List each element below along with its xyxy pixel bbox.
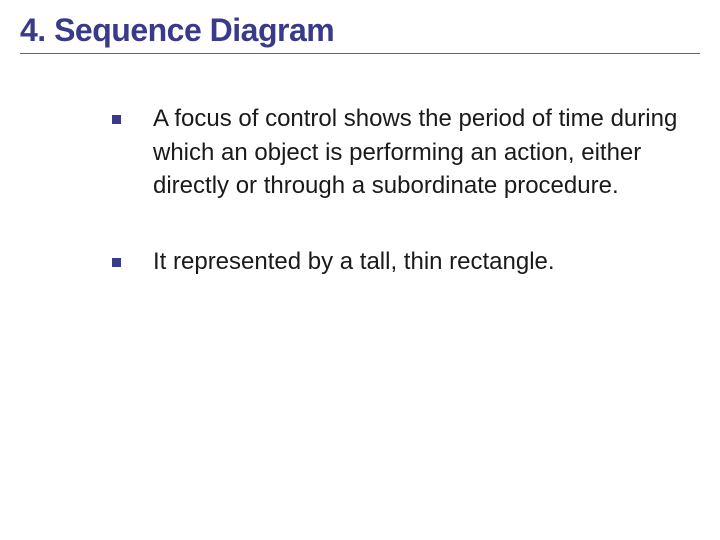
bullet-text: A focus of control shows the period of t… (153, 102, 680, 203)
bullet-list: A focus of control shows the period of t… (20, 102, 700, 278)
list-item: It represented by a tall, thin rectangle… (112, 245, 680, 279)
list-item: A focus of control shows the period of t… (112, 102, 680, 203)
square-bullet-icon (112, 115, 121, 124)
slide-title: 4. Sequence Diagram (20, 12, 700, 49)
bullet-text: It represented by a tall, thin rectangle… (153, 245, 555, 279)
square-bullet-icon (112, 258, 121, 267)
title-divider (20, 53, 700, 54)
slide-container: 4. Sequence Diagram A focus of control s… (0, 0, 720, 540)
